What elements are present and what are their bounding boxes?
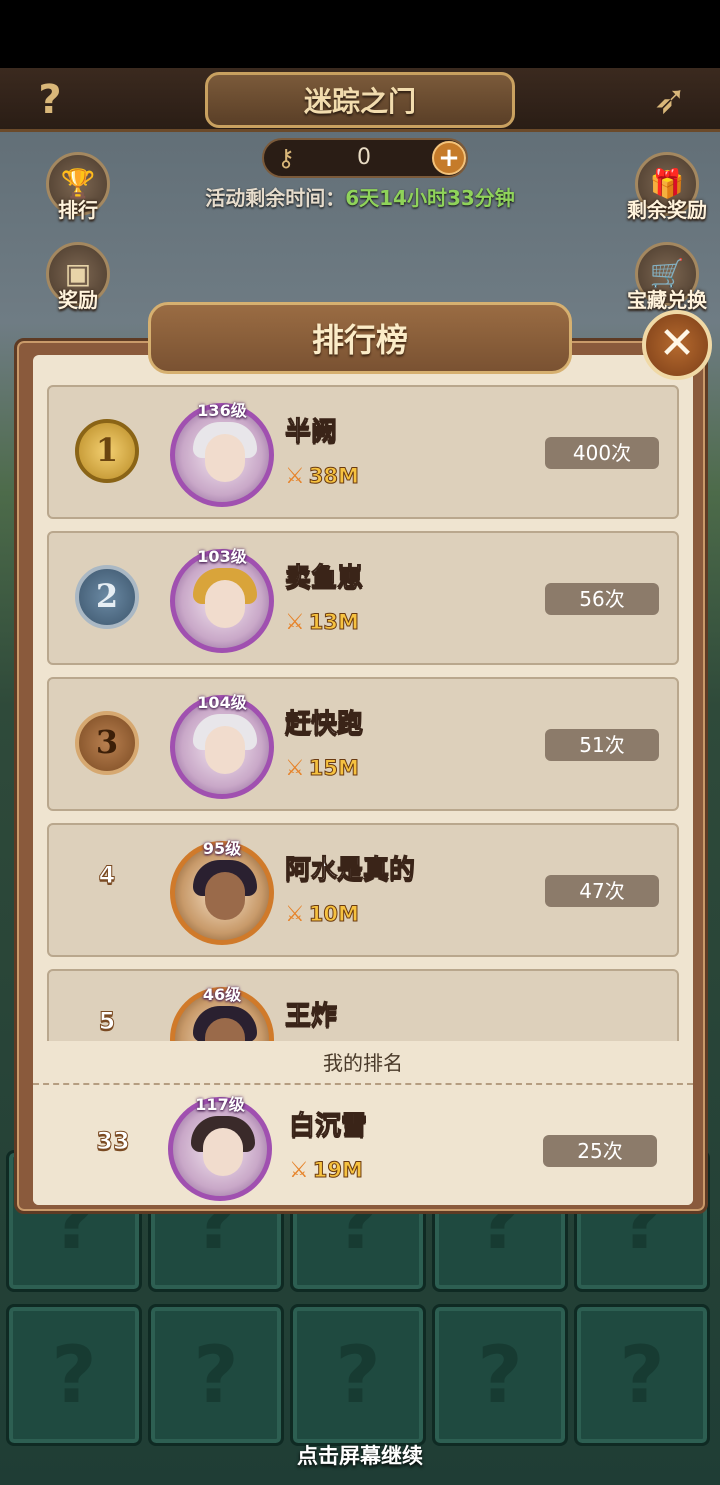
my-player-name: 白沉雪 [288, 1111, 368, 1142]
status-bar-area [0, 0, 720, 68]
player-avatar[interactable]: 46级 [165, 981, 279, 1041]
leaderboard-title: 排行榜 [311, 321, 408, 359]
ranking-label: 排行 [58, 198, 98, 222]
question-mark-icon: ? [477, 1331, 523, 1421]
power-value: ⚔ 10M [285, 899, 359, 929]
rank-list[interactable]: 1 136级 半阙 ⚔ 38M 400次 2 103级 卖鱼崽 ⚔ 13M 56… [47, 385, 679, 1041]
player-name: 半阙 [284, 417, 338, 448]
my-rank-number: 33 [96, 1127, 130, 1156]
bronze-medal-icon: 3 [75, 711, 139, 775]
sword-icon: ⚔ [285, 901, 305, 927]
player-name: 阿水是真的 [284, 855, 416, 886]
sword-icon: ⚔ [289, 1157, 309, 1183]
my-rank-label: 我的排名 [33, 1041, 693, 1085]
sword-icon: ⚔ [285, 609, 305, 635]
question-mark-icon: ? [335, 1331, 381, 1421]
level-tag: 104级 [197, 693, 247, 712]
leaderboard-title-plate: 排行榜 [148, 302, 572, 374]
power-number: 38M [308, 464, 359, 489]
hidden-card[interactable]: ? [574, 1304, 710, 1446]
hidden-card[interactable]: ? [6, 1304, 142, 1446]
rank-row: 3 104级 赶快跑 ⚔ 15M 51次 [47, 677, 679, 811]
rank-number: 4 [98, 861, 116, 890]
my-power-value: ⚔ 19M [289, 1155, 363, 1185]
my-avatar[interactable]: 117级 [163, 1091, 277, 1205]
leaderboard-panel: 1 136级 半阙 ⚔ 38M 400次 2 103级 卖鱼崽 ⚔ 13M 56… [33, 355, 693, 1205]
close-icon[interactable]: ✕ [642, 310, 712, 380]
leaderboard-modal: 1 136级 半阙 ⚔ 38M 400次 2 103级 卖鱼崽 ⚔ 13M 56… [14, 338, 708, 1214]
treasure-exchange-button[interactable]: 🛒 宝藏兑换 [622, 242, 712, 322]
silver-medal-icon: 2 [75, 565, 139, 629]
count-badge: 47次 [545, 875, 659, 907]
key-count: 0 [357, 145, 371, 170]
rank-row: 1 136级 半阙 ⚔ 38M 400次 [47, 385, 679, 519]
hidden-card[interactable]: ? [290, 1304, 426, 1446]
treasure-exchange-label: 宝藏兑换 [627, 288, 707, 312]
reward-button[interactable]: ▣ 奖励 [38, 242, 118, 322]
power-value: ⚔ 15M [285, 753, 359, 783]
power-value: ⚔ 38M [285, 461, 359, 491]
level-tag: 117级 [195, 1095, 245, 1114]
count-badge: 51次 [545, 729, 659, 761]
level-tag: 136级 [197, 401, 247, 420]
player-avatar[interactable]: 103级 [165, 543, 279, 657]
player-name: 王炸 [284, 1001, 338, 1032]
add-key-button[interactable]: + [432, 141, 466, 175]
player-name: 赶快跑 [284, 709, 364, 740]
rank-row: 2 103级 卖鱼崽 ⚔ 13M 56次 [47, 531, 679, 665]
power-number: 13M [308, 610, 359, 635]
event-title-plate: 迷踪之门 [205, 72, 515, 128]
count-badge: 56次 [545, 583, 659, 615]
power-number: 10M [308, 902, 359, 927]
key-icon: ⚷ [277, 144, 295, 172]
count-badge: 400次 [545, 437, 659, 469]
rank-row: 4 95级 阿水是真的 ⚔ 10M 47次 [47, 823, 679, 957]
rank-row: 5 46级 王炸 [47, 969, 679, 1041]
gold-medal-icon: 1 [75, 419, 139, 483]
question-mark-icon: ? [51, 1331, 97, 1421]
my-count-badge: 25次 [543, 1135, 657, 1167]
power-value: ⚔ 13M [285, 607, 359, 637]
hidden-card[interactable]: ? [148, 1304, 284, 1446]
rank-number: 5 [98, 1007, 116, 1036]
my-rank-row: 33 117级 白沉雪 ⚔ 19M 25次 [33, 1087, 693, 1205]
level-tag: 46级 [202, 985, 242, 1004]
tap-to-continue[interactable]: 点击屏幕继续 [0, 1440, 720, 1470]
help-button[interactable]: ? [28, 76, 72, 124]
level-tag: 95级 [202, 839, 242, 858]
reward-label: 奖励 [58, 288, 98, 312]
key-counter: ⚷ 0 + [262, 138, 468, 178]
power-number: 19M [312, 1158, 363, 1183]
hidden-card[interactable]: ? [432, 1304, 568, 1446]
question-mark-icon: ? [619, 1331, 665, 1421]
player-avatar[interactable]: 104级 [165, 689, 279, 803]
power-number: 15M [308, 756, 359, 781]
sword-icon: ⚔ [285, 463, 305, 489]
player-avatar[interactable]: 95级 [165, 835, 279, 949]
event-title: 迷踪之门 [303, 85, 416, 118]
player-name: 卖鱼崽 [284, 563, 364, 594]
remaining-reward-button[interactable]: 🎁 剩余奖励 [622, 152, 712, 232]
question-mark-icon: ? [193, 1331, 239, 1421]
remaining-reward-label: 剩余奖励 [627, 198, 707, 222]
player-avatar[interactable]: 136级 [165, 397, 279, 511]
level-tag: 103级 [197, 547, 247, 566]
ranking-button[interactable]: 🏆 排行 [38, 152, 118, 232]
timer-value: 6天14小时33分钟 [345, 186, 515, 210]
header-bar: ? 迷踪之门 ➶ [0, 68, 720, 132]
sword-icon: ⚔ [285, 755, 305, 781]
timer-label: 活动剩余时间： [205, 186, 346, 210]
back-arrow-icon[interactable]: ➶ [640, 76, 700, 124]
